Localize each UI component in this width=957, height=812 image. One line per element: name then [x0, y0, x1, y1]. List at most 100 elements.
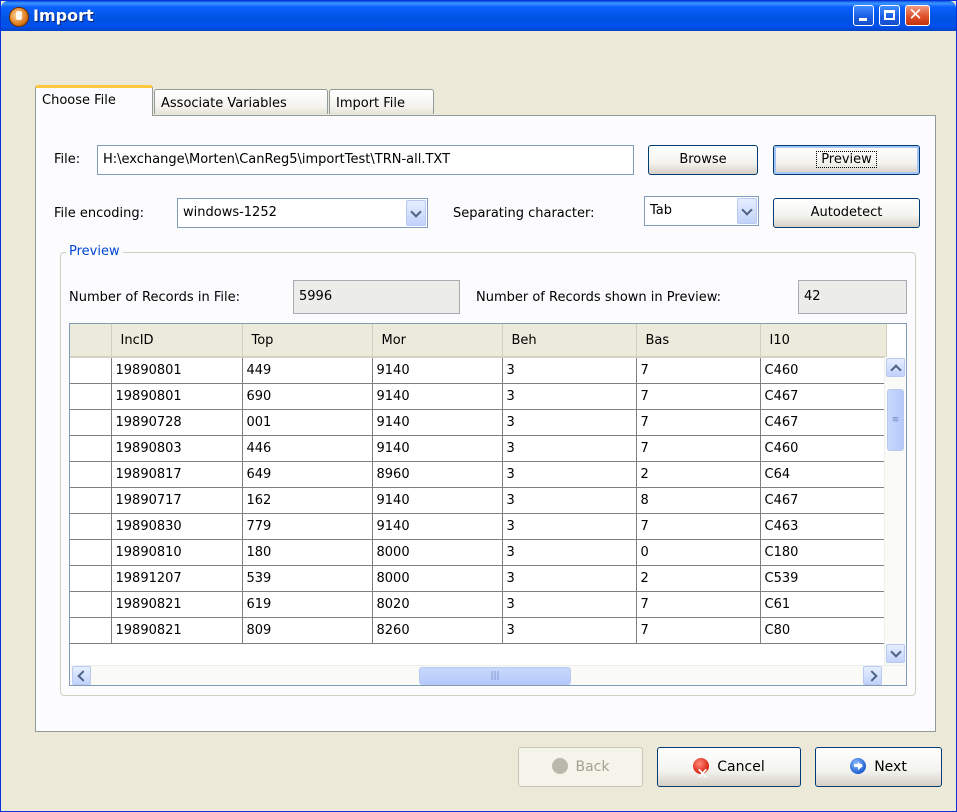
tab-import-file[interactable]: Import File [329, 89, 434, 114]
column-header[interactable]: IncID [111, 324, 243, 358]
table-cell[interactable]: 7 [636, 409, 761, 436]
table-cell[interactable]: 19890821 [111, 591, 243, 618]
table-cell[interactable]: 3 [502, 591, 637, 618]
scroll-up-button[interactable] [886, 358, 905, 377]
table-cell[interactable]: 9140 [372, 409, 503, 436]
table-row[interactable]: 19890801 690 9140 3 7 C467 [70, 383, 887, 410]
close-button[interactable]: ✕ [905, 5, 930, 26]
table-cell[interactable]: C64 [760, 461, 887, 488]
table-cell[interactable]: 3 [502, 617, 637, 644]
table-cell[interactable]: 9140 [372, 357, 503, 384]
column-header[interactable]: Mor [372, 324, 503, 358]
chevron-down-icon[interactable] [737, 198, 757, 224]
column-header[interactable]: I10 [760, 324, 887, 358]
table-cell[interactable]: 3 [502, 357, 637, 384]
row-header[interactable] [70, 383, 112, 410]
minimize-button[interactable] [853, 5, 874, 26]
table-cell[interactable]: C539 [760, 565, 887, 592]
table-cell[interactable]: 9140 [372, 487, 503, 514]
row-header[interactable] [70, 461, 112, 488]
table-cell[interactable]: 0 [636, 539, 761, 566]
column-header[interactable]: Beh [502, 324, 637, 358]
table-cell[interactable]: C61 [760, 591, 887, 618]
horizontal-scroll-thumb[interactable]: ||| [419, 667, 571, 685]
separating-character-select[interactable]: Tab [644, 196, 759, 226]
table-row[interactable]: 19890803 446 9140 3 7 C460 [70, 435, 887, 462]
table-cell[interactable]: 3 [502, 435, 637, 462]
row-header[interactable] [70, 617, 112, 644]
row-header[interactable] [70, 487, 112, 514]
table-cell[interactable]: 7 [636, 435, 761, 462]
row-header[interactable] [70, 435, 112, 462]
maximize-button[interactable] [879, 5, 900, 26]
table-cell[interactable]: 539 [242, 565, 373, 592]
row-header[interactable] [70, 357, 112, 384]
table-cell[interactable]: 19890801 [111, 383, 243, 410]
table-cell[interactable]: 9140 [372, 513, 503, 540]
table-cell[interactable]: 690 [242, 383, 373, 410]
column-header[interactable]: Top [242, 324, 373, 358]
table-row[interactable]: 19890810 180 8000 3 0 C180 [70, 539, 887, 566]
table-cell[interactable]: 3 [502, 513, 637, 540]
file-encoding-select[interactable]: windows-1252 [177, 198, 428, 228]
table-cell[interactable]: 8960 [372, 461, 503, 488]
table-cell[interactable]: 19890821 [111, 617, 243, 644]
table-cell[interactable]: C180 [760, 539, 887, 566]
table-row[interactable]: 19890801 449 9140 3 7 C460 [70, 357, 887, 384]
scroll-down-button[interactable] [886, 644, 905, 663]
scroll-right-button[interactable] [863, 666, 882, 685]
table-row[interactable]: 19891207 539 8000 3 2 C539 [70, 565, 887, 592]
next-button[interactable]: Next [815, 747, 942, 787]
autodetect-button[interactable]: Autodetect [773, 198, 920, 228]
chevron-down-icon[interactable] [406, 200, 426, 226]
row-header[interactable] [70, 565, 112, 592]
table-cell[interactable]: 3 [502, 539, 637, 566]
row-header[interactable] [70, 513, 112, 540]
table-cell[interactable]: C467 [760, 383, 887, 410]
table-cell[interactable]: 19890810 [111, 539, 243, 566]
table-cell[interactable]: 19890728 [111, 409, 243, 436]
table-cell[interactable]: 9140 [372, 435, 503, 462]
table-cell[interactable]: 8000 [372, 565, 503, 592]
table-cell[interactable]: 649 [242, 461, 373, 488]
table-cell[interactable]: 8020 [372, 591, 503, 618]
column-header[interactable]: Bas [636, 324, 761, 358]
table-cell[interactable]: 19891207 [111, 565, 243, 592]
row-header[interactable] [70, 409, 112, 436]
file-path-field[interactable]: H:\exchange\Morten\CanReg5\importTest\TR… [97, 145, 634, 175]
table-row[interactable]: 19890817 649 8960 3 2 C64 [70, 461, 887, 488]
table-cell[interactable]: C460 [760, 435, 887, 462]
table-cell[interactable]: C467 [760, 487, 887, 514]
table-cell[interactable]: 19890801 [111, 357, 243, 384]
preview-button[interactable]: Preview [773, 145, 920, 175]
preview-table[interactable]: IncID Top Mor Beh Bas I10 19890801 449 914… [69, 323, 907, 686]
table-cell[interactable]: 19890717 [111, 487, 243, 514]
scroll-left-button[interactable] [72, 666, 91, 685]
table-cell[interactable]: 8 [636, 487, 761, 514]
title-bar[interactable]: Import ✕ [1, 1, 956, 31]
tab-choose-file[interactable]: Choose File [35, 85, 153, 116]
table-cell[interactable]: 001 [242, 409, 373, 436]
table-cell[interactable]: 8260 [372, 617, 503, 644]
cancel-button[interactable]: Cancel [657, 747, 801, 792]
table-cell[interactable]: 19890803 [111, 435, 243, 462]
table-cell[interactable]: 779 [242, 513, 373, 540]
table-cell[interactable]: 449 [242, 357, 373, 384]
table-cell[interactable]: 3 [502, 409, 637, 436]
horizontal-scrollbar[interactable]: ||| [70, 665, 906, 685]
table-cell[interactable]: 3 [502, 461, 637, 488]
table-cell[interactable]: 8000 [372, 539, 503, 566]
table-cell[interactable]: 7 [636, 591, 761, 618]
table-row[interactable]: 19890717 162 9140 3 8 C467 [70, 487, 887, 514]
table-cell[interactable]: 809 [242, 617, 373, 644]
table-row[interactable]: 19890830 779 9140 3 7 C463 [70, 513, 887, 540]
table-cell[interactable]: 162 [242, 487, 373, 514]
table-cell[interactable]: 619 [242, 591, 373, 618]
row-header[interactable] [70, 539, 112, 566]
vertical-scroll-thumb[interactable]: ≡ [887, 389, 904, 451]
table-cell[interactable]: C463 [760, 513, 887, 540]
table-cell[interactable]: 7 [636, 617, 761, 644]
table-cell[interactable]: 3 [502, 383, 637, 410]
table-cell[interactable]: 19890817 [111, 461, 243, 488]
table-cell[interactable]: 3 [502, 565, 637, 592]
